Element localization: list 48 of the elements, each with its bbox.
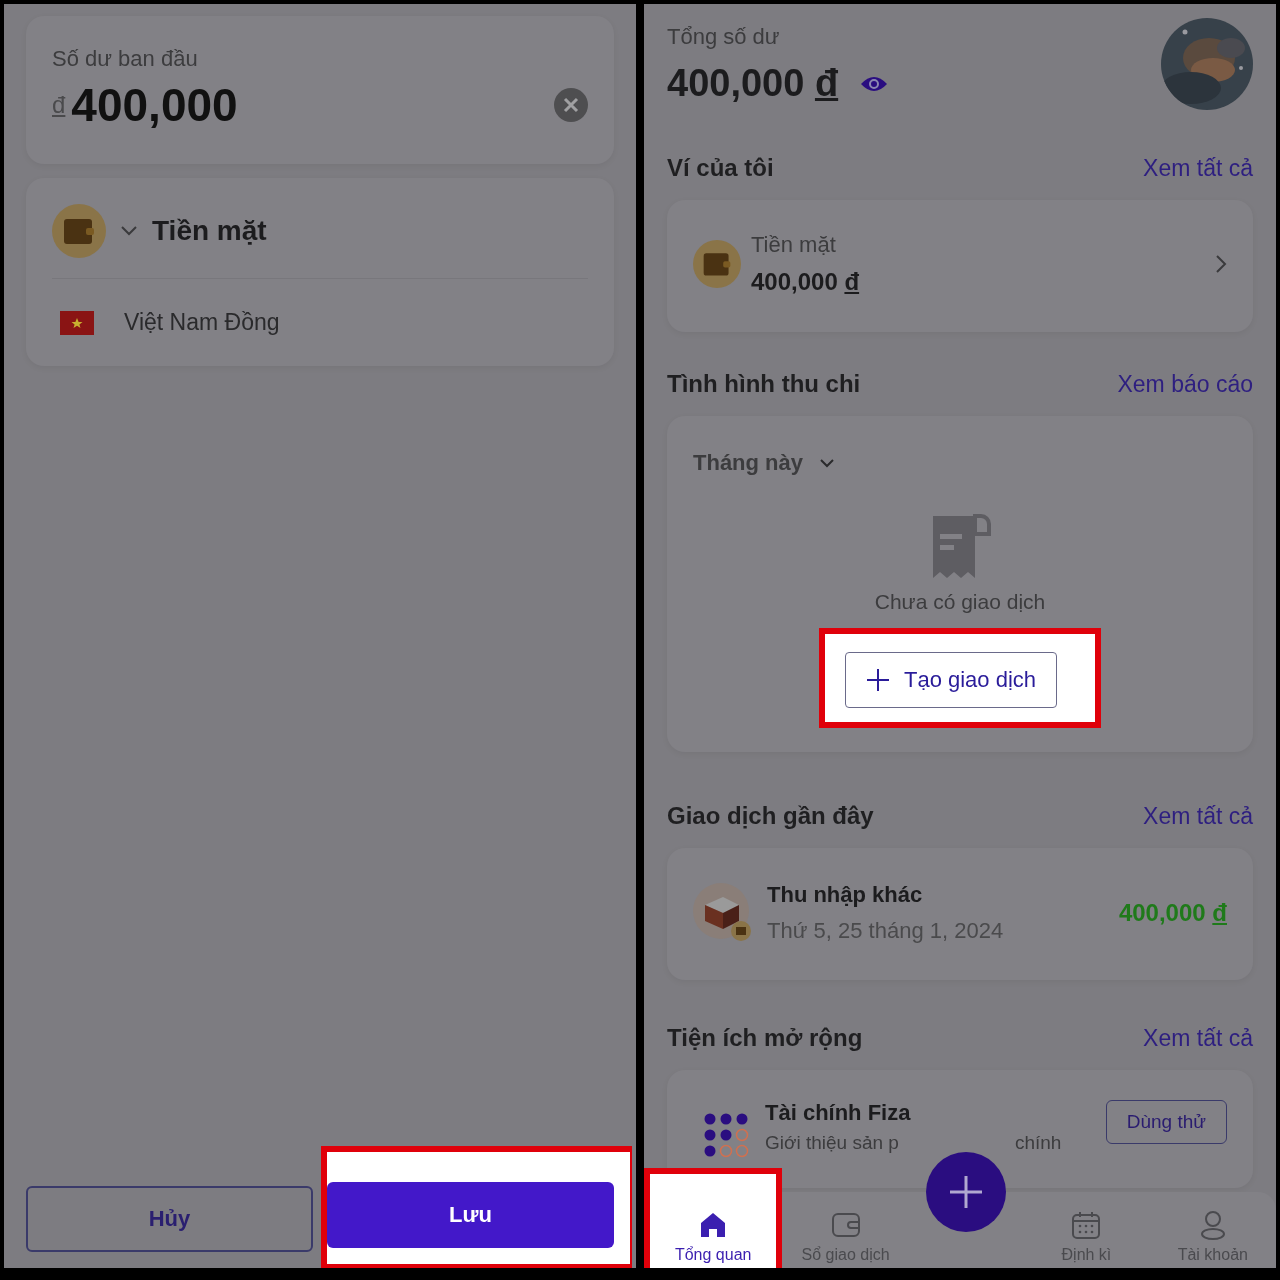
wallet-icon: [52, 204, 106, 258]
wallet-card[interactable]: Tiền mặt 400,000 đ: [667, 200, 1253, 332]
field-label: Số dư ban đầu: [52, 46, 199, 72]
empty-message: Chưa có giao dịch: [874, 590, 1046, 614]
wallet-name: Tiền mặt: [751, 232, 837, 258]
extension-description: chính: [1014, 1132, 1062, 1154]
section-title: Tiện ích mở rộng: [667, 1024, 863, 1052]
section-title: Ví của tôi: [667, 154, 774, 182]
create-transaction-button[interactable]: Tạo giao dịch: [844, 652, 1058, 708]
clear-icon[interactable]: [554, 88, 588, 122]
nav-tab[interactable]: Tài khoản: [1149, 1192, 1276, 1268]
transaction-date: Thứ 5, 25 tháng 1, 2024: [767, 918, 1005, 944]
wallet-icon: [830, 1210, 861, 1240]
total-balance: 400,000 đ: [667, 62, 839, 105]
currency-name: Việt Nam Đồng: [124, 309, 280, 336]
view-all-link[interactable]: Xem tất cả: [1143, 154, 1253, 182]
view-all-link[interactable]: Xem tất cả: [1143, 802, 1253, 830]
save-button[interactable]: Lưu: [327, 1182, 614, 1248]
box-icon: [693, 883, 753, 943]
period-dropdown[interactable]: Tháng này: [693, 450, 835, 476]
section-title: Tình hình thu chi: [667, 370, 861, 398]
nav-tab[interactable]: Sổ giao dịch: [782, 1192, 909, 1268]
currency-symbol: đ: [52, 91, 66, 119]
flag-icon: [60, 310, 94, 335]
balance-value[interactable]: 400,000: [71, 78, 548, 132]
transaction-category: Thu nhập khác: [767, 882, 924, 908]
report-link[interactable]: Xem báo cáo: [1117, 370, 1253, 398]
cancel-button[interactable]: Hủy: [26, 1186, 313, 1252]
dots-grid-icon: [703, 1112, 749, 1158]
transaction-amount: 400,000 đ: [1118, 899, 1227, 927]
wallet-name: Tiền mặt: [152, 215, 267, 247]
nav-tab[interactable]: Tổng quan: [644, 1168, 783, 1268]
chevron-right-icon: [1215, 254, 1227, 274]
chevron-down-icon: [819, 458, 835, 468]
total-balance-label: Tổng số dư: [667, 24, 781, 50]
wallet-icon: [693, 240, 741, 288]
chevron-down-icon[interactable]: [120, 225, 138, 237]
calendar-icon: [1071, 1210, 1102, 1240]
plus-icon: [865, 668, 890, 692]
nav-tab[interactable]: Định kì: [1023, 1192, 1150, 1268]
wallet-balance: 400,000 đ: [751, 268, 861, 296]
extension-description: Giới thiệu sản p: [765, 1132, 899, 1154]
transaction-card[interactable]: Thu nhập khác Thứ 5, 25 tháng 1, 2024 400,000 đ: [667, 848, 1253, 980]
extension-name: Tài chính Fiza: [765, 1100, 912, 1126]
try-button[interactable]: Dùng thử: [1105, 1100, 1227, 1144]
section-title: Giao dịch gần đây: [667, 802, 874, 830]
view-all-link[interactable]: Xem tất cả: [1143, 1024, 1253, 1052]
plus-icon: [948, 1174, 984, 1210]
